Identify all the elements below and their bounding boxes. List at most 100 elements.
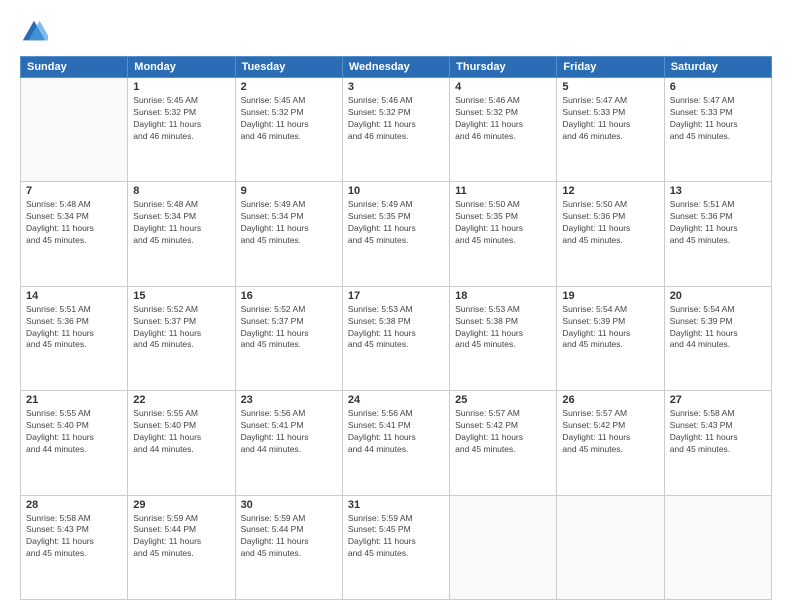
weekday-header-monday: Monday	[128, 57, 235, 78]
day-number: 10	[348, 185, 444, 197]
calendar-cell: 1 Sunrise: 5:45 AM Sunset: 5:32 PM Daylig…	[128, 78, 235, 182]
calendar-cell: 11 Sunrise: 5:50 AM Sunset: 5:35 PM Dayli…	[450, 182, 557, 286]
day-info: Sunrise: 5:53 AM Sunset: 5:38 PM Dayligh…	[348, 304, 444, 352]
calendar-table: SundayMondayTuesdayWednesdayThursdayFrid…	[20, 56, 772, 600]
day-number: 12	[562, 185, 658, 197]
day-number: 9	[241, 185, 337, 197]
day-info: Sunrise: 5:58 AM Sunset: 5:43 PM Dayligh…	[26, 513, 122, 561]
day-number: 7	[26, 185, 122, 197]
day-info: Sunrise: 5:50 AM Sunset: 5:35 PM Dayligh…	[455, 199, 551, 247]
day-info: Sunrise: 5:48 AM Sunset: 5:34 PM Dayligh…	[26, 199, 122, 247]
calendar-cell: 7 Sunrise: 5:48 AM Sunset: 5:34 PM Daylig…	[21, 182, 128, 286]
day-number: 8	[133, 185, 229, 197]
calendar-cell: 31 Sunrise: 5:59 AM Sunset: 5:45 PM Dayli…	[342, 495, 449, 599]
day-info: Sunrise: 5:52 AM Sunset: 5:37 PM Dayligh…	[133, 304, 229, 352]
weekday-header-sunday: Sunday	[21, 57, 128, 78]
day-info: Sunrise: 5:59 AM Sunset: 5:45 PM Dayligh…	[348, 513, 444, 561]
calendar-cell: 3Sunrise: 5:46 AM Sunset: 5:32 PM Daylig…	[342, 78, 449, 182]
day-info: Sunrise: 5:59 AM Sunset: 5:44 PM Dayligh…	[133, 513, 229, 561]
day-number: 5	[562, 81, 658, 93]
calendar-body: 1 Sunrise: 5:45 AM Sunset: 5:32 PM Daylig…	[21, 78, 772, 600]
day-number: 18	[455, 290, 551, 302]
calendar-cell: 27Sunrise: 5:58 AM Sunset: 5:43 PM Dayli…	[664, 391, 771, 495]
day-number: 21	[26, 394, 122, 406]
calendar-cell: 10 Sunrise: 5:49 AM Sunset: 5:35 PM Dayli…	[342, 182, 449, 286]
calendar-cell	[21, 78, 128, 182]
day-info: Sunrise: 5:56 AM Sunset: 5:41 PM Dayligh…	[241, 408, 337, 456]
calendar-week-0: 1 Sunrise: 5:45 AM Sunset: 5:32 PM Daylig…	[21, 78, 772, 182]
calendar-cell: 23 Sunrise: 5:56 AM Sunset: 5:41 PM Dayli…	[235, 391, 342, 495]
weekday-header-thursday: Thursday	[450, 57, 557, 78]
day-number: 13	[670, 185, 766, 197]
day-info: Sunrise: 5:45 AM Sunset: 5:32 PM Dayligh…	[133, 95, 229, 143]
day-info: Sunrise: 5:58 AM Sunset: 5:43 PM Dayligh…	[670, 408, 766, 456]
calendar-cell: 8Sunrise: 5:48 AM Sunset: 5:34 PM Daylig…	[128, 182, 235, 286]
calendar-header: SundayMondayTuesdayWednesdayThursdayFrid…	[21, 57, 772, 78]
calendar-cell: 6 Sunrise: 5:47 AM Sunset: 5:33 PM Daylig…	[664, 78, 771, 182]
day-number: 4	[455, 81, 551, 93]
day-number: 3	[348, 81, 444, 93]
day-number: 20	[670, 290, 766, 302]
calendar-cell: 14Sunrise: 5:51 AM Sunset: 5:36 PM Dayli…	[21, 286, 128, 390]
day-info: Sunrise: 5:55 AM Sunset: 5:40 PM Dayligh…	[133, 408, 229, 456]
day-info: Sunrise: 5:52 AM Sunset: 5:37 PM Dayligh…	[241, 304, 337, 352]
calendar-cell: 25 Sunrise: 5:57 AM Sunset: 5:42 PM Dayli…	[450, 391, 557, 495]
day-info: Sunrise: 5:45 AM Sunset: 5:32 PM Dayligh…	[241, 95, 337, 143]
day-number: 29	[133, 499, 229, 511]
calendar-cell	[664, 495, 771, 599]
day-info: Sunrise: 5:46 AM Sunset: 5:32 PM Dayligh…	[455, 95, 551, 143]
day-info: Sunrise: 5:50 AM Sunset: 5:36 PM Dayligh…	[562, 199, 658, 247]
day-number: 15	[133, 290, 229, 302]
weekday-header-wednesday: Wednesday	[342, 57, 449, 78]
day-number: 19	[562, 290, 658, 302]
day-info: Sunrise: 5:47 AM Sunset: 5:33 PM Dayligh…	[670, 95, 766, 143]
weekday-header-saturday: Saturday	[664, 57, 771, 78]
day-info: Sunrise: 5:51 AM Sunset: 5:36 PM Dayligh…	[26, 304, 122, 352]
calendar-cell: 9 Sunrise: 5:49 AM Sunset: 5:34 PM Daylig…	[235, 182, 342, 286]
calendar-cell: 28 Sunrise: 5:58 AM Sunset: 5:43 PM Dayli…	[21, 495, 128, 599]
day-info: Sunrise: 5:54 AM Sunset: 5:39 PM Dayligh…	[670, 304, 766, 352]
day-number: 2	[241, 81, 337, 93]
day-info: Sunrise: 5:57 AM Sunset: 5:42 PM Dayligh…	[455, 408, 551, 456]
day-info: Sunrise: 5:59 AM Sunset: 5:44 PM Dayligh…	[241, 513, 337, 561]
calendar-cell: 21 Sunrise: 5:55 AM Sunset: 5:40 PM Dayli…	[21, 391, 128, 495]
calendar-cell: 18Sunrise: 5:53 AM Sunset: 5:38 PM Dayli…	[450, 286, 557, 390]
calendar-cell	[450, 495, 557, 599]
logo	[20, 18, 52, 46]
day-info: Sunrise: 5:54 AM Sunset: 5:39 PM Dayligh…	[562, 304, 658, 352]
calendar-cell: 5Sunrise: 5:47 AM Sunset: 5:33 PM Daylig…	[557, 78, 664, 182]
day-number: 24	[348, 394, 444, 406]
day-info: Sunrise: 5:51 AM Sunset: 5:36 PM Dayligh…	[670, 199, 766, 247]
calendar-cell: 12 Sunrise: 5:50 AM Sunset: 5:36 PM Dayli…	[557, 182, 664, 286]
calendar-cell: 4 Sunrise: 5:46 AM Sunset: 5:32 PM Daylig…	[450, 78, 557, 182]
calendar-cell: 17 Sunrise: 5:53 AM Sunset: 5:38 PM Dayli…	[342, 286, 449, 390]
calendar-cell: 30Sunrise: 5:59 AM Sunset: 5:44 PM Dayli…	[235, 495, 342, 599]
day-info: Sunrise: 5:57 AM Sunset: 5:42 PM Dayligh…	[562, 408, 658, 456]
day-number: 16	[241, 290, 337, 302]
calendar-week-4: 28 Sunrise: 5:58 AM Sunset: 5:43 PM Dayli…	[21, 495, 772, 599]
day-number: 22	[133, 394, 229, 406]
calendar-cell: 22 Sunrise: 5:55 AM Sunset: 5:40 PM Dayli…	[128, 391, 235, 495]
weekday-header-friday: Friday	[557, 57, 664, 78]
day-number: 6	[670, 81, 766, 93]
calendar-cell: 20 Sunrise: 5:54 AM Sunset: 5:39 PM Dayli…	[664, 286, 771, 390]
day-number: 17	[348, 290, 444, 302]
day-number: 23	[241, 394, 337, 406]
day-info: Sunrise: 5:49 AM Sunset: 5:34 PM Dayligh…	[241, 199, 337, 247]
weekday-header-tuesday: Tuesday	[235, 57, 342, 78]
day-number: 31	[348, 499, 444, 511]
day-info: Sunrise: 5:56 AM Sunset: 5:41 PM Dayligh…	[348, 408, 444, 456]
calendar-cell: 15 Sunrise: 5:52 AM Sunset: 5:37 PM Dayli…	[128, 286, 235, 390]
day-info: Sunrise: 5:49 AM Sunset: 5:35 PM Dayligh…	[348, 199, 444, 247]
logo-icon	[20, 18, 48, 46]
calendar-cell: 2 Sunrise: 5:45 AM Sunset: 5:32 PM Daylig…	[235, 78, 342, 182]
calendar-cell: 13 Sunrise: 5:51 AM Sunset: 5:36 PM Dayli…	[664, 182, 771, 286]
day-info: Sunrise: 5:55 AM Sunset: 5:40 PM Dayligh…	[26, 408, 122, 456]
calendar-cell: 16 Sunrise: 5:52 AM Sunset: 5:37 PM Dayli…	[235, 286, 342, 390]
day-number: 25	[455, 394, 551, 406]
day-number: 11	[455, 185, 551, 197]
day-number: 1	[133, 81, 229, 93]
day-number: 28	[26, 499, 122, 511]
calendar-cell: 19 Sunrise: 5:54 AM Sunset: 5:39 PM Dayli…	[557, 286, 664, 390]
calendar-week-1: 7 Sunrise: 5:48 AM Sunset: 5:34 PM Daylig…	[21, 182, 772, 286]
